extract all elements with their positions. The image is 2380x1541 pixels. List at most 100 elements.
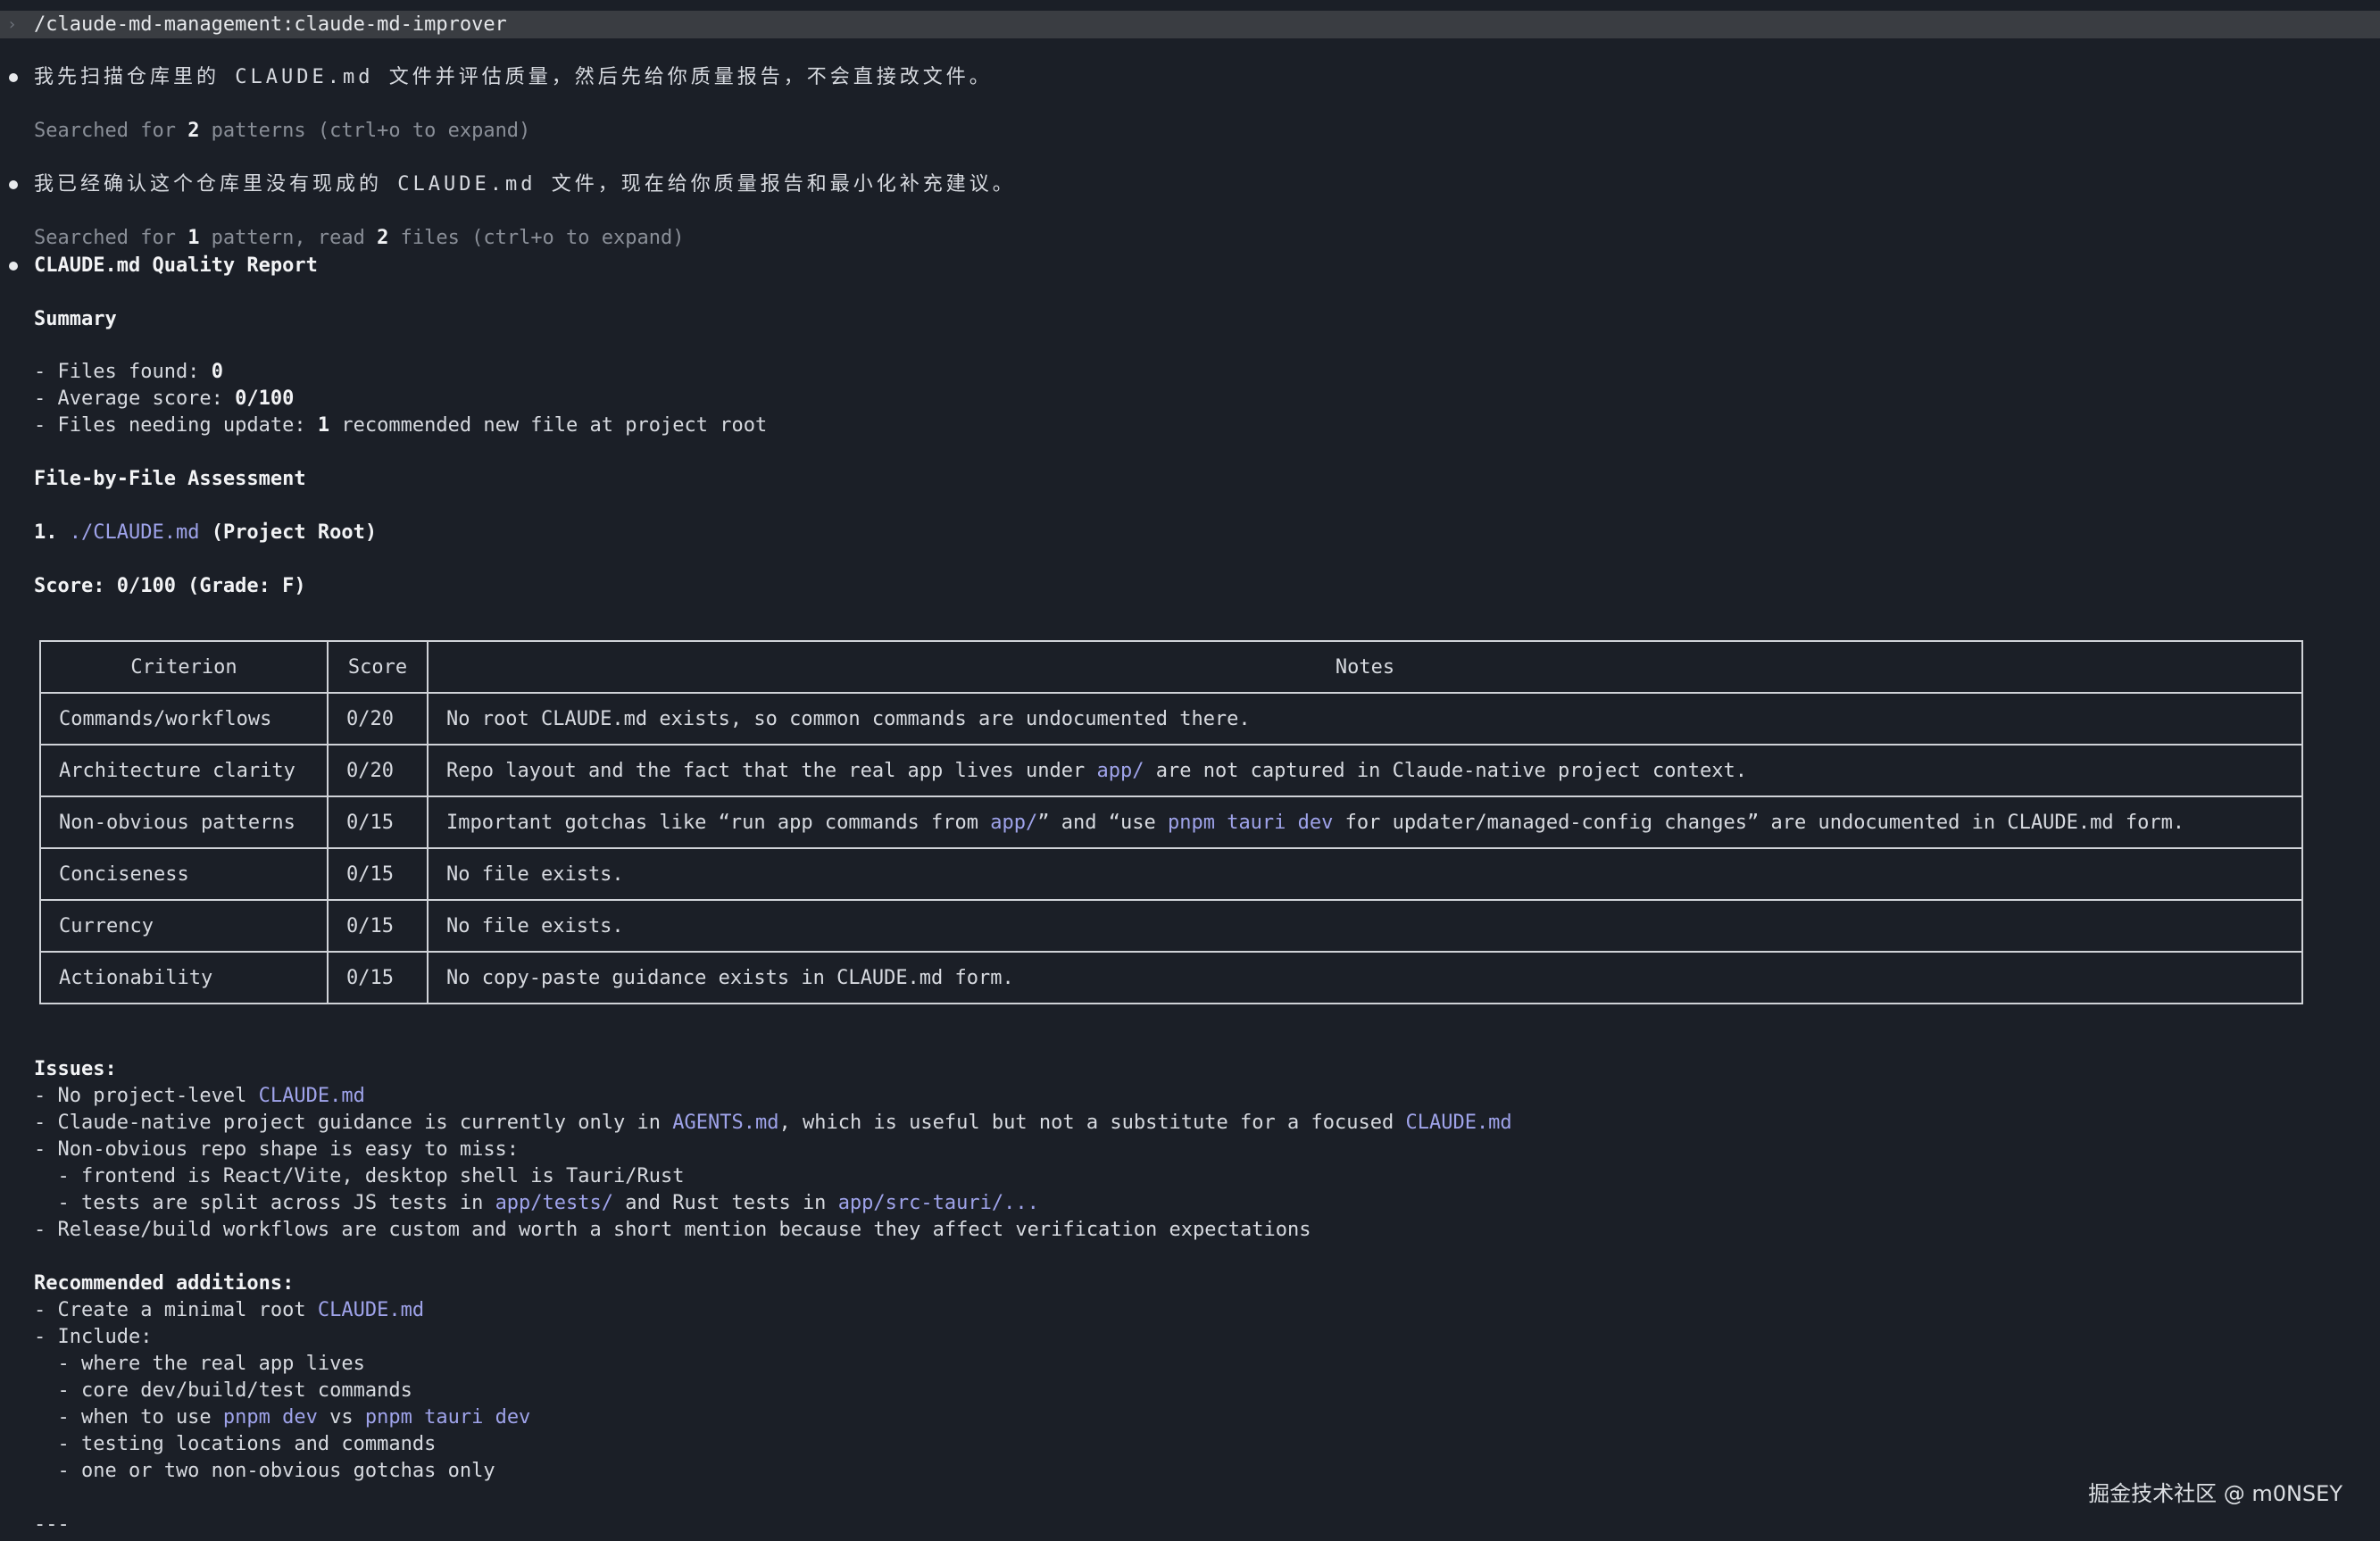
issue-text: , which is useful but not a substitute f… bbox=[778, 1112, 1406, 1134]
label: - Files needing update: bbox=[34, 414, 318, 437]
column-header: Criterion bbox=[39, 640, 329, 694]
table-row: Non-obvious patterns 0/15 Important gotc… bbox=[39, 795, 2303, 849]
score-cell: 0/15 bbox=[327, 847, 429, 901]
inline-code: pnpm dev bbox=[222, 1406, 318, 1429]
section-divider: --- bbox=[34, 1513, 70, 1536]
item-number: 1. bbox=[34, 521, 70, 544]
summary-average-score: - Average score: 0/100 bbox=[34, 386, 294, 412]
label: - Files found: bbox=[34, 361, 212, 383]
inline-code: CLAUDE.md bbox=[317, 1299, 425, 1321]
recommended-subitem: - where the real app lives bbox=[34, 1353, 365, 1375]
inline-code: app/ bbox=[990, 811, 1038, 834]
note-text: Searched for bbox=[34, 227, 188, 249]
issue-text: - No project-level bbox=[34, 1085, 259, 1107]
assessment-heading: File-by-File Assessment bbox=[34, 468, 306, 490]
table-header-row: Criterion Score Notes bbox=[39, 640, 2303, 694]
table-row: Commands/workflows 0/20 No root CLAUDE.m… bbox=[39, 692, 2303, 746]
issue-item: - Claude-native project guidance is curr… bbox=[34, 1110, 1512, 1137]
command-text: /claude-md-management:claude-md-improver bbox=[34, 13, 507, 36]
assistant-message: 我已经确认这个仓库里没有现成的 CLAUDE.md 文件，现在给你质量报告和最小… bbox=[34, 173, 1016, 196]
note-count: 2 bbox=[377, 227, 389, 249]
summary-files-needing-update: - Files needing update: 1 recommended ne… bbox=[34, 412, 767, 439]
inline-code: AGENTS.md bbox=[672, 1112, 779, 1134]
notes-cell: No root CLAUDE.md exists, so common comm… bbox=[427, 692, 2303, 746]
chevron-right-icon: › bbox=[7, 15, 17, 34]
value: 1 bbox=[317, 414, 330, 437]
recommended-text: - when to use bbox=[34, 1406, 223, 1429]
notes-text: Repo layout and the fact that the real a… bbox=[446, 759, 1097, 782]
notes-cell: No file exists. bbox=[427, 847, 2303, 901]
inline-code: app/ bbox=[1096, 759, 1144, 782]
issue-text: and Rust tests in bbox=[613, 1192, 838, 1214]
notes-cell: No copy-paste guidance exists in CLAUDE.… bbox=[427, 951, 2303, 1004]
issue-subitem: - tests are split across JS tests in app… bbox=[34, 1190, 1039, 1217]
inline-code: app/src-tauri/... bbox=[837, 1192, 1039, 1214]
note-text: files (ctrl+o to expand) bbox=[388, 227, 685, 249]
inline-code: CLAUDE.md bbox=[258, 1085, 365, 1107]
issue-item: - No project-level CLAUDE.md bbox=[34, 1083, 365, 1110]
recommended-item: - Include: bbox=[34, 1326, 153, 1348]
issue-text: - tests are split across JS tests in bbox=[34, 1192, 495, 1214]
note-text: Searched for bbox=[34, 120, 188, 142]
label: - Average score: bbox=[34, 387, 236, 410]
report-title: CLAUDE.md Quality Report bbox=[34, 254, 318, 277]
value: 0 bbox=[211, 361, 223, 383]
recommended-subitem: - when to use pnpm dev vs pnpm tauri dev bbox=[34, 1404, 530, 1431]
command-bar[interactable]: › /claude-md-management:claude-md-improv… bbox=[0, 11, 2380, 38]
issues-heading: Issues: bbox=[34, 1058, 117, 1080]
notes-cell: No file exists. bbox=[427, 899, 2303, 953]
issue-subitem: - frontend is React/Vite, desktop shell … bbox=[34, 1165, 685, 1187]
tool-activity-note[interactable]: Searched for 2 patterns (ctrl+o to expan… bbox=[34, 118, 530, 145]
summary-heading: Summary bbox=[34, 308, 117, 330]
criterion-cell: Commands/workflows bbox=[39, 692, 329, 746]
score-cell: 0/15 bbox=[327, 795, 429, 849]
note-count: 1 bbox=[187, 227, 200, 249]
recommended-text: - Create a minimal root bbox=[34, 1299, 318, 1321]
watermark: 掘金技术社区 @ m0NSEY bbox=[2088, 1481, 2343, 1506]
note-text: pattern, read bbox=[199, 227, 378, 249]
criterion-cell: Actionability bbox=[39, 951, 329, 1004]
column-header: Score bbox=[327, 640, 429, 694]
criterion-cell: Conciseness bbox=[39, 847, 329, 901]
notes-text: Important gotchas like “run app commands… bbox=[446, 811, 991, 834]
criterion-cell: Architecture clarity bbox=[39, 744, 329, 797]
recommended-subitem: - core dev/build/test commands bbox=[34, 1379, 412, 1402]
message-bullet-icon bbox=[9, 180, 18, 189]
notes-text: ” and “use bbox=[1037, 811, 1168, 834]
criteria-table: Criterion Score Notes Commands/workflows… bbox=[39, 640, 2303, 1004]
value: 0/100 bbox=[235, 387, 295, 410]
notes-text: for updater/managed-config changes” are … bbox=[1333, 811, 2185, 834]
criterion-cell: Non-obvious patterns bbox=[39, 795, 329, 849]
table-row: Conciseness 0/15 No file exists. bbox=[39, 847, 2303, 901]
issue-item: - Release/build workflows are custom and… bbox=[34, 1219, 1311, 1241]
criterion-cell: Currency bbox=[39, 899, 329, 953]
inline-code: CLAUDE.md bbox=[1405, 1112, 1512, 1134]
label: recommended new file at project root bbox=[329, 414, 768, 437]
recommended-heading: Recommended additions: bbox=[34, 1272, 295, 1295]
notes-text: are not captured in Claude-native projec… bbox=[1144, 759, 1747, 782]
recommended-subitem: - one or two non-obvious gotchas only bbox=[34, 1460, 495, 1482]
score-cell: 0/15 bbox=[327, 951, 429, 1004]
score-line: Score: 0/100 (Grade: F) bbox=[34, 575, 306, 597]
notes-cell: Repo layout and the fact that the real a… bbox=[427, 744, 2303, 797]
message-bullet-icon bbox=[9, 73, 18, 82]
inline-code: pnpm tauri dev bbox=[364, 1406, 531, 1429]
note-count: 2 bbox=[187, 120, 200, 142]
column-header: Notes bbox=[427, 640, 2303, 694]
summary-files-found: - Files found: 0 bbox=[34, 359, 223, 386]
file-path-link[interactable]: ./CLAUDE.md bbox=[70, 521, 200, 544]
table-row: Architecture clarity 0/20 Repo layout an… bbox=[39, 744, 2303, 797]
note-text: patterns (ctrl+o to expand) bbox=[199, 120, 531, 142]
recommended-item: - Create a minimal root CLAUDE.md bbox=[34, 1297, 424, 1324]
tool-activity-note[interactable]: Searched for 1 pattern, read 2 files (ct… bbox=[34, 225, 685, 252]
score-cell: 0/20 bbox=[327, 744, 429, 797]
recommended-text: vs bbox=[317, 1406, 365, 1429]
inline-code: app/tests/ bbox=[495, 1192, 614, 1214]
issue-item: - Non-obvious repo shape is easy to miss… bbox=[34, 1138, 520, 1161]
message-bullet-icon bbox=[9, 262, 18, 271]
inline-code: pnpm tauri dev bbox=[1167, 811, 1334, 834]
table-row: Actionability 0/15 No copy-paste guidanc… bbox=[39, 951, 2303, 1004]
item-suffix: (Project Root) bbox=[199, 521, 378, 544]
recommended-subitem: - testing locations and commands bbox=[34, 1433, 437, 1455]
assistant-message: 我先扫描仓库里的 CLAUDE.md 文件并评估质量，然后先给你质量报告，不会直… bbox=[34, 66, 993, 88]
